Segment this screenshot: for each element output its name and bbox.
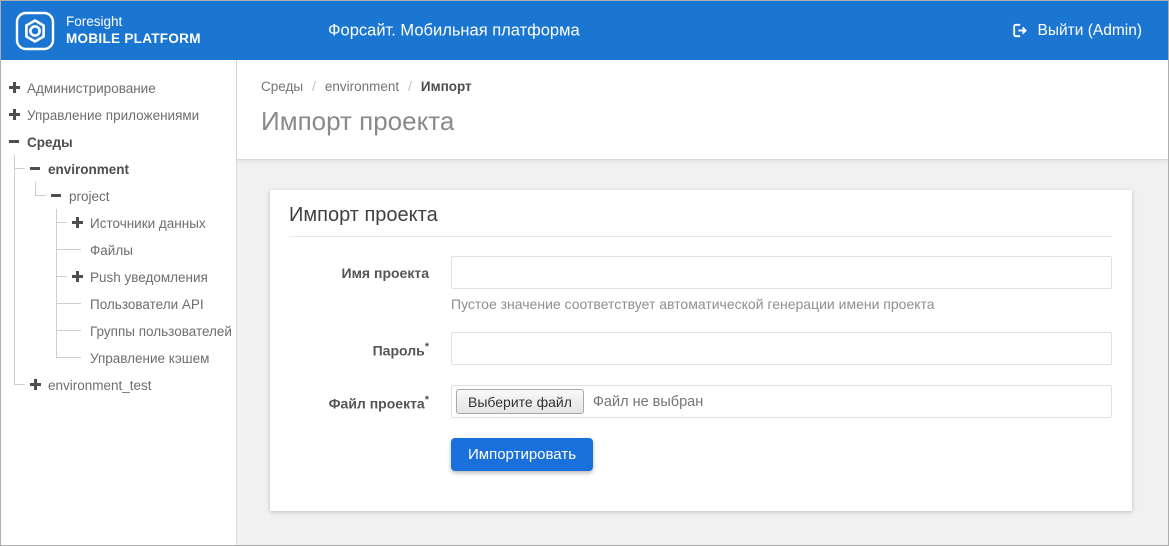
- project-file-row: Файл проекта* Выберите файл Файл не выбр…: [289, 385, 1112, 418]
- import-button[interactable]: Импортировать: [451, 438, 593, 471]
- required-asterisk: *: [425, 341, 429, 353]
- label-text: Имя проекта: [342, 265, 429, 281]
- sign-out-icon: [1011, 22, 1028, 39]
- brand-name: Foresight: [66, 14, 201, 31]
- breadcrumb-separator: /: [312, 79, 316, 94]
- tree-item-label[interactable]: Файлы: [90, 242, 133, 258]
- expand-plus-icon[interactable]: [72, 217, 83, 228]
- collapse-minus-icon[interactable]: [30, 163, 41, 174]
- tree-item-cache-management[interactable]: Управление кэшем: [72, 344, 236, 371]
- tree-item-administration[interactable]: Администрирование: [9, 74, 236, 101]
- page-title: Импорт проекта: [261, 106, 1144, 137]
- app-title: Форсайт. Мобильная платформа: [328, 21, 580, 40]
- tree-item-api-users[interactable]: Пользователи API: [72, 290, 236, 317]
- tree-item-label[interactable]: Push уведомления: [90, 269, 208, 285]
- tree-item-user-groups[interactable]: Группы пользователей: [72, 317, 236, 344]
- collapse-minus-icon[interactable]: [9, 136, 20, 147]
- password-row: Пароль*: [289, 332, 1112, 365]
- tree-item-label[interactable]: project: [69, 188, 110, 204]
- label-text: Файл проекта: [329, 396, 425, 412]
- content-header: Среды / environment / Импорт Импорт прое…: [237, 60, 1168, 160]
- tree-item-label[interactable]: Управление приложениями: [27, 107, 199, 123]
- tree-item-label[interactable]: Группы пользователей: [90, 323, 232, 339]
- import-project-form: Имя проекта Пустое значение соответствуе…: [289, 256, 1112, 471]
- expand-plus-icon[interactable]: [72, 271, 83, 282]
- sidebar-navigation-tree: Администрирование Управление приложениям…: [1, 60, 237, 545]
- breadcrumb: Среды / environment / Импорт: [261, 79, 1144, 94]
- brand-product: MOBILE PLATFORM: [66, 31, 201, 48]
- project-name-row: Имя проекта Пустое значение соответствуе…: [289, 256, 1112, 312]
- file-status-text: Файл не выбран: [593, 394, 703, 410]
- project-name-label: Имя проекта: [289, 256, 429, 312]
- tree-item-label[interactable]: Пользователи API: [90, 296, 204, 312]
- tree-item-label[interactable]: Среды: [27, 134, 73, 150]
- breadcrumb-separator: /: [408, 79, 412, 94]
- submit-spacer: [289, 438, 429, 471]
- tree-item-data-sources[interactable]: Источники данных: [72, 209, 236, 236]
- import-project-card: Импорт проекта Имя проекта Пустое значен…: [270, 190, 1132, 511]
- tree-item-label[interactable]: environment_test: [48, 377, 152, 393]
- foresight-logo-icon: [15, 11, 55, 51]
- brand-text: Foresight MOBILE PLATFORM: [66, 14, 201, 48]
- brand-logo-block[interactable]: Foresight MOBILE PLATFORM: [1, 11, 201, 51]
- tree-item-app-management[interactable]: Управление приложениями: [9, 101, 236, 128]
- tree-item-label[interactable]: Управление кэшем: [90, 350, 209, 366]
- expand-plus-icon[interactable]: [30, 379, 41, 390]
- tree-item-environments[interactable]: Среды environment project: [9, 128, 236, 398]
- tree-item-label[interactable]: environment: [48, 161, 129, 177]
- main-content: Среды / environment / Импорт Импорт прое…: [237, 60, 1168, 545]
- project-name-input[interactable]: [451, 256, 1112, 289]
- content-body: Импорт проекта Имя проекта Пустое значен…: [237, 160, 1168, 545]
- tree-item-environment[interactable]: environment project Источники данных: [30, 155, 236, 371]
- top-header-bar: Foresight MOBILE PLATFORM Форсайт. Мобил…: [1, 1, 1168, 60]
- password-input[interactable]: [451, 332, 1112, 365]
- tree-item-label[interactable]: Источники данных: [90, 215, 206, 231]
- tree-item-files[interactable]: Файлы: [72, 236, 236, 263]
- tree-item-push-notifications[interactable]: Push уведомления: [72, 263, 236, 290]
- app-window: Foresight MOBILE PLATFORM Форсайт. Мобил…: [0, 0, 1169, 546]
- breadcrumb-environments[interactable]: Среды: [261, 79, 303, 94]
- tree-item-label[interactable]: Администрирование: [27, 80, 156, 96]
- card-heading: Импорт проекта: [289, 204, 1112, 237]
- expand-plus-icon[interactable]: [9, 109, 20, 120]
- label-text: Пароль: [373, 343, 425, 359]
- logout-label: Выйти (Admin): [1038, 22, 1142, 40]
- expand-plus-icon[interactable]: [9, 82, 20, 93]
- submit-row: Импортировать: [289, 438, 1112, 471]
- password-label: Пароль*: [289, 332, 429, 365]
- project-file-label: Файл проекта*: [289, 385, 429, 418]
- file-input-field[interactable]: Выберите файл Файл не выбран: [451, 385, 1112, 418]
- breadcrumb-environment[interactable]: environment: [325, 79, 399, 94]
- logout-button[interactable]: Выйти (Admin): [1011, 22, 1168, 40]
- breadcrumb-current-import: Импорт: [421, 79, 472, 94]
- tree-item-environment-test[interactable]: environment_test: [30, 371, 236, 398]
- project-name-helper-text: Пустое значение соответствует автоматиче…: [451, 296, 1112, 312]
- tree-item-project[interactable]: project Источники данных: [51, 182, 236, 371]
- required-asterisk: *: [425, 394, 429, 406]
- collapse-minus-icon[interactable]: [51, 190, 62, 201]
- choose-file-button[interactable]: Выберите файл: [456, 389, 584, 414]
